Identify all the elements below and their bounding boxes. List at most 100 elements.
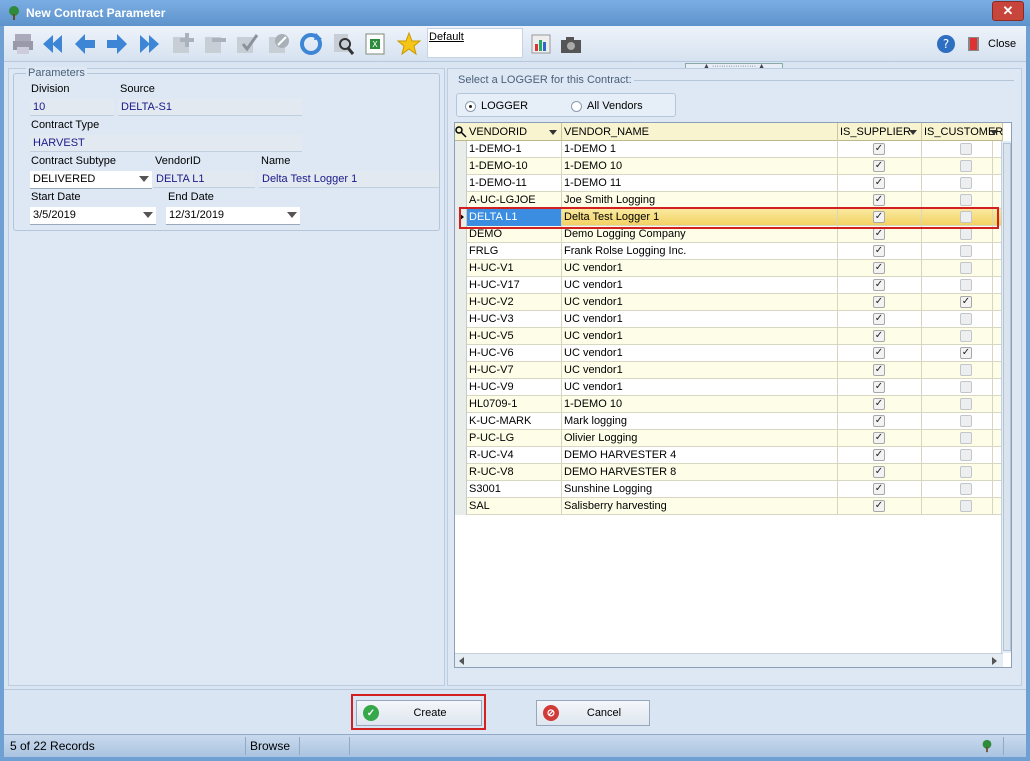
checkbox[interactable] — [960, 483, 972, 495]
cancel-button[interactable]: ⊘ Cancel — [536, 700, 650, 726]
cell-vendorid[interactable]: 1-DEMO-11 — [467, 175, 562, 192]
cell-is-supplier[interactable]: ✓ — [838, 481, 922, 498]
cell-is-customer[interactable] — [922, 430, 993, 447]
excel-export-icon[interactable]: X — [360, 29, 390, 59]
vertical-scrollbar[interactable] — [1001, 141, 1011, 653]
cell-vendor-name[interactable]: UC vendor1 — [562, 328, 838, 345]
cell-vendorid[interactable]: K-UC-MARK — [467, 413, 562, 430]
checkbox[interactable] — [960, 177, 972, 189]
checkbox[interactable]: ✓ — [873, 483, 885, 495]
checkbox[interactable] — [960, 415, 972, 427]
cell-vendor-name[interactable]: DEMO HARVESTER 4 — [562, 447, 838, 464]
cell-is-supplier[interactable]: ✓ — [838, 430, 922, 447]
cell-vendorid[interactable]: H-UC-V3 — [467, 311, 562, 328]
radio-all-vendors[interactable]: All Vendors — [571, 100, 643, 112]
cell-vendorid[interactable]: H-UC-V1 — [467, 260, 562, 277]
row-indicator[interactable] — [455, 345, 467, 362]
checkbox[interactable]: ✓ — [873, 313, 885, 325]
chart-icon[interactable] — [526, 29, 556, 59]
checkbox[interactable]: ✓ — [873, 398, 885, 410]
cancel-edit-icon[interactable] — [264, 29, 294, 59]
row-indicator[interactable] — [455, 396, 467, 413]
checkbox[interactable]: ✓ — [873, 415, 885, 427]
checkbox[interactable] — [960, 228, 972, 240]
scrollbar-thumb[interactable] — [1003, 143, 1011, 651]
cell-is-supplier[interactable]: ✓ — [838, 328, 922, 345]
cell-is-supplier[interactable]: ✓ — [838, 362, 922, 379]
cell-vendorid[interactable]: 1-DEMO-10 — [467, 158, 562, 175]
row-indicator[interactable] — [455, 481, 467, 498]
radio-logger[interactable]: LOGGER — [465, 100, 528, 112]
cell-is-supplier[interactable]: ✓ — [838, 498, 922, 515]
checkbox[interactable] — [960, 381, 972, 393]
cell-vendorid[interactable]: FRLG — [467, 243, 562, 260]
checkbox[interactable]: ✓ — [873, 279, 885, 291]
cell-vendor-name[interactable]: Mark logging — [562, 413, 838, 430]
row-indicator[interactable] — [455, 464, 467, 481]
table-row[interactable]: SAL Salisberry harvesting ✓ — [455, 498, 1003, 515]
cell-is-customer[interactable] — [922, 498, 993, 515]
table-row[interactable]: 1-DEMO-10 1-DEMO 10 ✓ — [455, 158, 1003, 175]
column-header-is-supplier[interactable]: IS_SUPPLIER — [838, 123, 922, 141]
cell-is-customer[interactable] — [922, 243, 993, 260]
checkbox[interactable] — [960, 330, 972, 342]
previous-record-icon[interactable] — [70, 29, 100, 59]
cell-is-supplier[interactable]: ✓ — [838, 158, 922, 175]
table-row[interactable]: H-UC-V3 UC vendor1 ✓ — [455, 311, 1003, 328]
checkbox[interactable]: ✓ — [873, 160, 885, 172]
row-indicator[interactable] — [455, 277, 467, 294]
cell-vendorid[interactable]: 1-DEMO-1 — [467, 141, 562, 158]
cell-is-customer[interactable] — [922, 141, 993, 158]
sort-arrow-icon[interactable] — [549, 130, 557, 135]
checkbox[interactable] — [960, 262, 972, 274]
first-record-icon[interactable] — [38, 29, 68, 59]
cell-is-supplier[interactable]: ✓ — [838, 141, 922, 158]
checkbox[interactable]: ✓ — [960, 296, 972, 308]
cell-is-supplier[interactable]: ✓ — [838, 277, 922, 294]
delete-record-icon[interactable] — [200, 29, 230, 59]
cell-vendor-name[interactable]: Salisberry harvesting — [562, 498, 838, 515]
cell-is-supplier[interactable]: ✓ — [838, 294, 922, 311]
cell-is-customer[interactable] — [922, 175, 993, 192]
cell-is-supplier[interactable]: ✓ — [838, 447, 922, 464]
contract-subtype-dropdown[interactable]: DELIVERED — [30, 171, 152, 189]
checkbox[interactable]: ✓ — [873, 143, 885, 155]
checkbox[interactable] — [960, 364, 972, 376]
cell-is-customer[interactable]: ✓ — [922, 294, 993, 311]
column-header-vendor-name[interactable]: VENDOR_NAME — [562, 123, 838, 141]
cell-is-customer[interactable] — [922, 413, 993, 430]
radio-dot-icon[interactable] — [465, 100, 476, 112]
cell-is-customer[interactable] — [922, 447, 993, 464]
window-close-button[interactable]: ✕ — [992, 1, 1024, 21]
checkbox[interactable] — [960, 449, 972, 461]
table-row[interactable]: FRLG Frank Rolse Logging Inc. ✓ — [455, 243, 1003, 260]
cell-vendorid[interactable]: SAL — [467, 498, 562, 515]
cell-vendorid[interactable]: HL0709-1 — [467, 396, 562, 413]
table-row[interactable]: HL0709-1 1-DEMO 10 ✓ — [455, 396, 1003, 413]
cell-is-supplier[interactable]: ✓ — [838, 260, 922, 277]
row-indicator[interactable] — [455, 328, 467, 345]
row-indicator[interactable] — [455, 175, 467, 192]
checkbox[interactable] — [960, 245, 972, 257]
table-row[interactable]: H-UC-V1 UC vendor1 ✓ — [455, 260, 1003, 277]
checkbox[interactable] — [960, 194, 972, 206]
radio-dot-icon[interactable] — [571, 100, 582, 112]
checkbox[interactable]: ✓ — [873, 330, 885, 342]
table-row[interactable]: H-UC-V2 UC vendor1 ✓ ✓ — [455, 294, 1003, 311]
cell-vendorid[interactable]: H-UC-V6 — [467, 345, 562, 362]
table-row[interactable]: H-UC-V7 UC vendor1 ✓ — [455, 362, 1003, 379]
camera-icon[interactable] — [556, 29, 586, 59]
cell-vendor-name[interactable]: Olivier Logging — [562, 430, 838, 447]
cell-vendor-name[interactable]: UC vendor1 — [562, 362, 838, 379]
checkbox[interactable]: ✓ — [960, 347, 972, 359]
chevron-down-icon[interactable] — [139, 176, 149, 182]
next-record-icon[interactable] — [102, 29, 132, 59]
checkbox[interactable]: ✓ — [873, 364, 885, 376]
cell-vendorid[interactable]: H-UC-V9 — [467, 379, 562, 396]
table-row[interactable]: S3001 Sunshine Logging ✓ — [455, 481, 1003, 498]
end-date-picker[interactable]: 12/31/2019 — [166, 207, 300, 225]
search-icon[interactable] — [328, 29, 358, 59]
cell-is-customer[interactable] — [922, 464, 993, 481]
cell-is-customer[interactable] — [922, 362, 993, 379]
scroll-left-icon[interactable] — [459, 657, 464, 665]
